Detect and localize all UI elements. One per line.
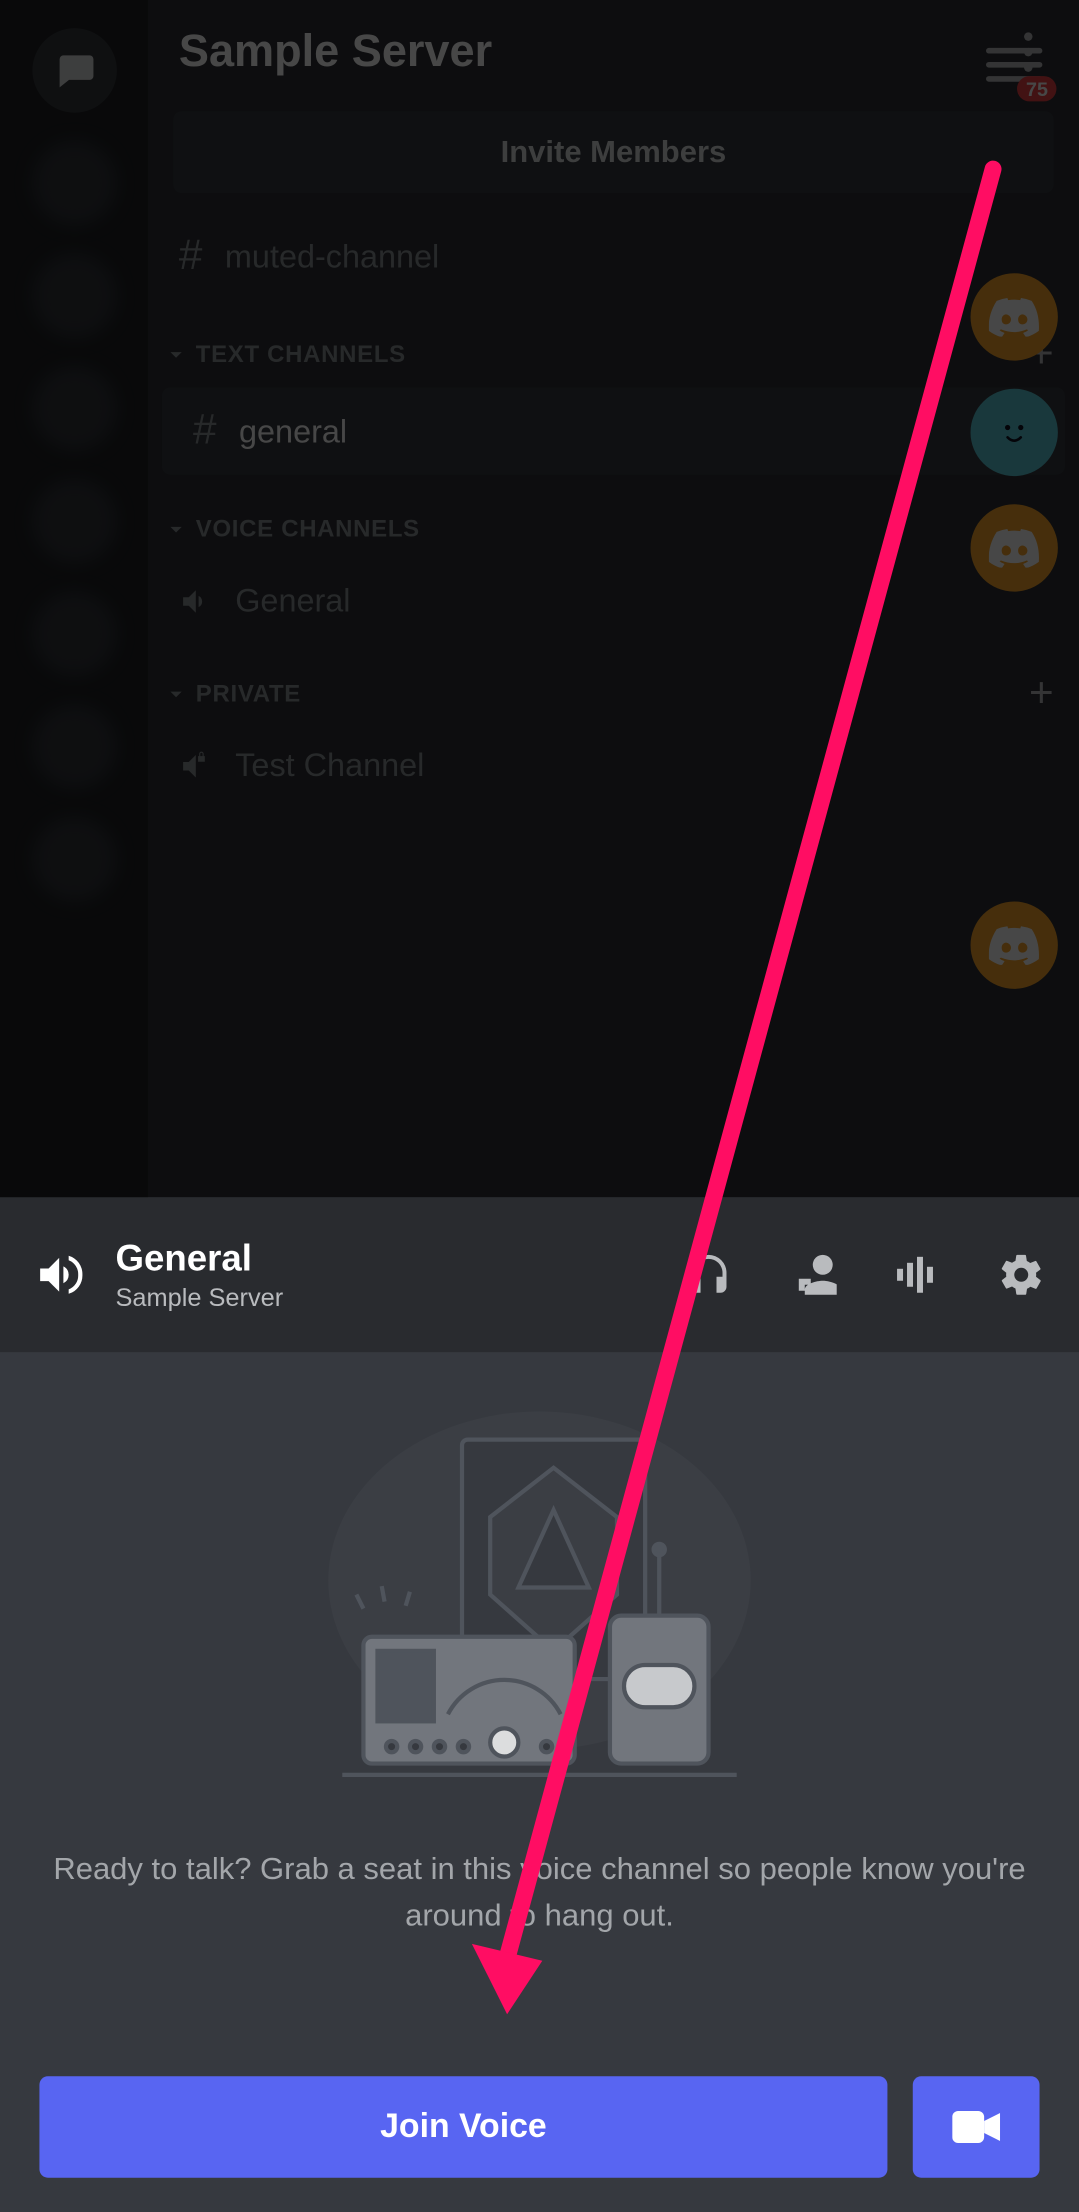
join-voice-button[interactable]: Join Voice — [39, 2076, 887, 2177]
add-user-icon[interactable] — [789, 1251, 837, 1299]
voice-illustration — [286, 1397, 793, 1805]
dim-overlay — [0, 0, 1079, 1197]
voice-server-name: Sample Server — [116, 1283, 284, 1313]
gear-icon[interactable] — [997, 1251, 1045, 1299]
voice-prompt-text: Ready to talk? Grab a seat in this voice… — [39, 1845, 1039, 1938]
voice-channel-bar[interactable]: General Sample Server — [0, 1197, 1079, 1352]
speaker-icon — [34, 1249, 85, 1300]
camera-icon — [952, 2110, 1000, 2144]
headphones-icon[interactable] — [685, 1251, 733, 1299]
voice-channel-name: General — [116, 1237, 284, 1281]
voice-join-panel: Ready to talk? Grab a seat in this voice… — [0, 1352, 1079, 2212]
soundboard-icon[interactable] — [893, 1251, 941, 1299]
join-with-video-button[interactable] — [913, 2076, 1040, 2177]
